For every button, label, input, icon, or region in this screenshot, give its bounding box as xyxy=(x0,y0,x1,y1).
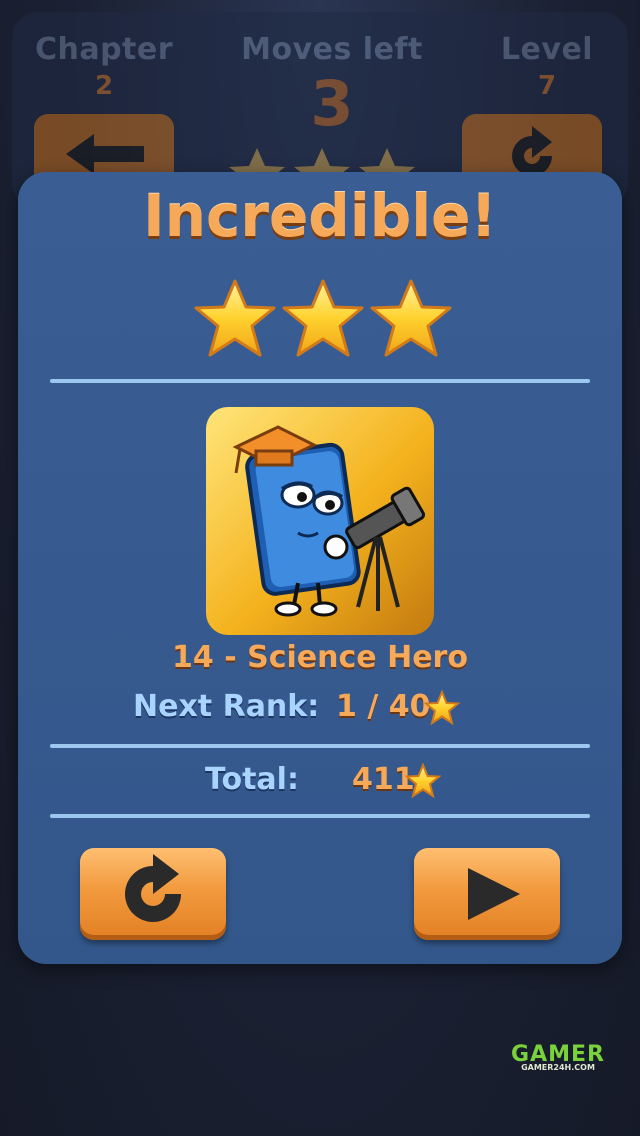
rank-badge xyxy=(206,407,434,635)
replay-button[interactable] xyxy=(80,848,226,940)
result-title: Incredible! xyxy=(143,182,497,250)
play-icon xyxy=(468,868,520,920)
level-value: 7 xyxy=(537,71,557,101)
divider xyxy=(50,814,590,818)
total-label: Total: xyxy=(205,762,299,797)
rank-name: 14 - Science Hero xyxy=(172,640,468,675)
star-icon xyxy=(405,763,441,799)
watermark-url: GAMER24H.COM xyxy=(521,1063,595,1072)
watermark-logo: GAMER GAMER24H.COM xyxy=(508,1042,608,1072)
next-rank-label: Next Rank: xyxy=(133,689,320,724)
chapter-indicator: Chapter 2 xyxy=(34,32,174,101)
moves-label: Moves left xyxy=(241,32,423,67)
star-icon xyxy=(194,279,276,357)
level-complete-dialog: Incredible! 14 - Science Hero Next Rank:… xyxy=(18,172,622,964)
chapter-value: 2 xyxy=(94,71,114,101)
level-label: Level xyxy=(500,32,594,67)
play-next-button[interactable] xyxy=(414,848,560,940)
star-rating xyxy=(194,279,452,357)
moves-indicator: Moves left 3 xyxy=(232,32,432,140)
divider xyxy=(50,379,590,383)
divider xyxy=(50,744,590,748)
science-hero-character-icon xyxy=(232,425,426,617)
chapter-label: Chapter xyxy=(34,32,174,67)
star-icon xyxy=(282,279,364,357)
star-icon xyxy=(424,690,460,726)
level-indicator: Level 7 xyxy=(492,32,602,101)
next-rank-value: 1 / 40 xyxy=(336,689,431,724)
star-icon xyxy=(370,279,452,357)
moves-value: 3 xyxy=(310,67,354,140)
replay-icon xyxy=(125,854,181,922)
